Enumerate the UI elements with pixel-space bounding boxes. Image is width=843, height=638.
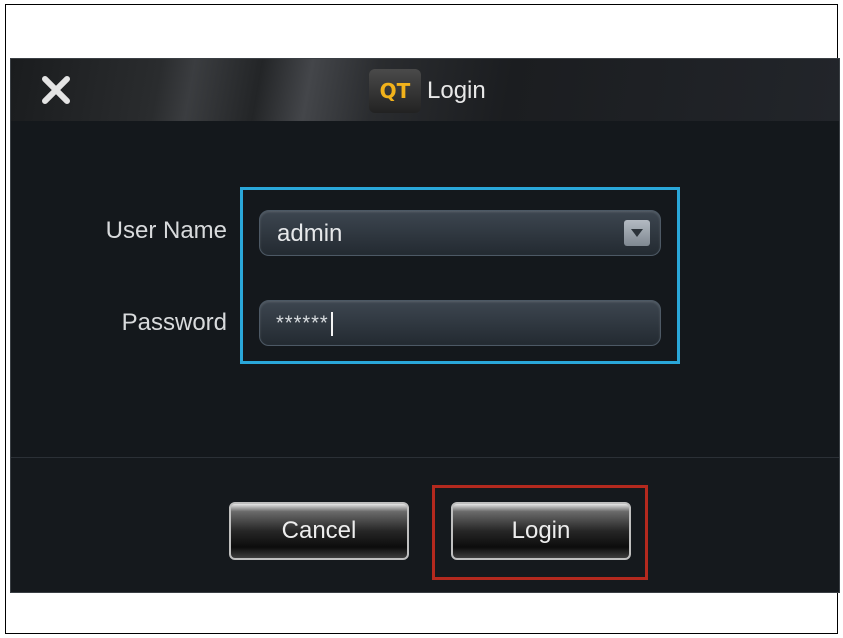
username-label: User Name [105,217,227,244]
title-group: QT Login [369,69,486,113]
cancel-button[interactable]: Cancel [229,502,409,560]
app-logo: QT [369,69,421,113]
dialog-title: Login [427,77,486,104]
password-label: Password [121,309,227,336]
title-bar: QT Login [11,59,839,122]
fields-highlight-box [240,187,680,364]
divider [11,457,839,458]
close-icon[interactable] [39,73,73,107]
login-highlight-box [432,485,648,580]
